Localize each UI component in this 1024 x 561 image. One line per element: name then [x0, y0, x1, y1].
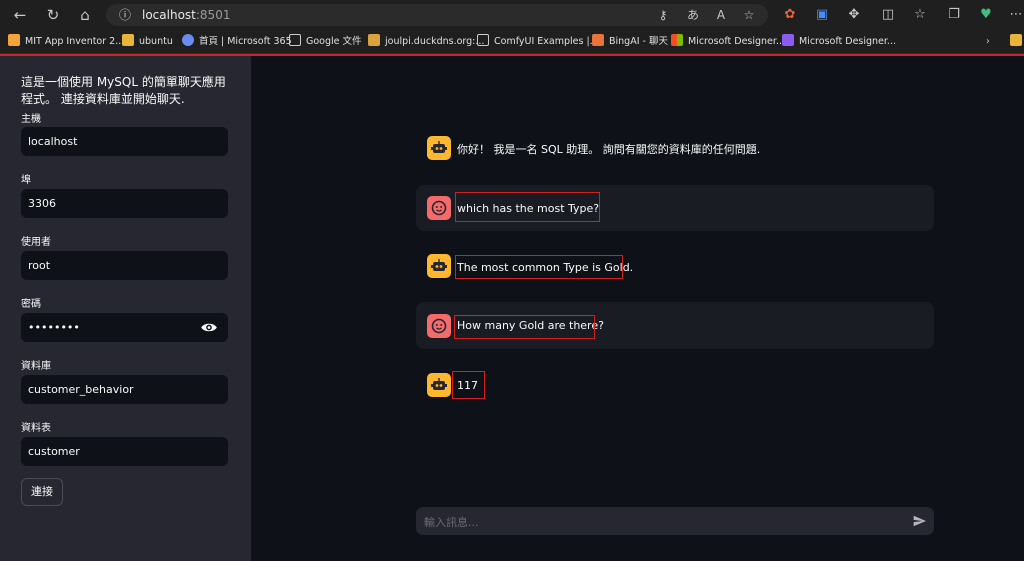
host-label: 主機	[21, 114, 41, 125]
database-label: 資料庫	[21, 361, 51, 372]
database-input[interactable]: customer_behavior	[21, 375, 228, 404]
bookmark-bingai[interactable]: BingAI - 聊天	[592, 33, 668, 51]
collections-icon[interactable]: ❐	[944, 5, 964, 25]
table-input[interactable]: customer	[21, 437, 228, 466]
bookmarks-bar: MIT App Inventor 2... ubuntu 首頁 | Micros…	[0, 30, 1024, 54]
send-icon[interactable]	[912, 514, 927, 528]
page-icon	[289, 34, 301, 46]
user-input[interactable]: root	[21, 251, 228, 280]
message-text: 你好！ 我是一名 SQL 助理。 詢問有關您的資料庫的任何問題.	[457, 143, 761, 156]
extension-icon[interactable]: ✿	[780, 5, 800, 25]
microsoft-365-icon	[182, 34, 194, 46]
more-icon[interactable]: ⋯	[1006, 5, 1024, 25]
favorites-icon[interactable]: ☆	[910, 5, 930, 25]
url-text: localhost:8501	[142, 8, 231, 22]
translator-extension-icon[interactable]: ▣	[812, 5, 832, 25]
folder-icon	[122, 34, 134, 46]
password-input[interactable]: ••••••••	[21, 313, 228, 342]
app-inventor-icon	[8, 34, 20, 46]
other-favorites-folder-icon[interactable]	[1010, 33, 1024, 51]
bot-avatar-icon	[427, 136, 451, 160]
highlight-box	[452, 371, 485, 399]
split-screen-icon[interactable]: ◫	[878, 5, 898, 25]
highlight-box	[455, 255, 623, 279]
key-icon[interactable]: ⚷	[654, 6, 672, 24]
chat-input-placeholder: 輸入訊息...	[424, 516, 479, 529]
password-label: 密碼	[21, 299, 41, 310]
table-label: 資料表	[21, 423, 51, 434]
bot-avatar-icon	[427, 373, 451, 397]
favorite-star-icon[interactable]: ☆	[740, 6, 758, 24]
port-input[interactable]: 3306	[21, 189, 228, 218]
back-icon[interactable]: ←	[9, 4, 31, 26]
bookmark-duckdns[interactable]: joulpi.duckdns.org:...	[368, 33, 484, 51]
chat-input[interactable]: 輸入訊息...	[416, 507, 934, 535]
password-value: ••••••••	[28, 321, 80, 334]
read-aloud-icon[interactable]: A	[712, 6, 730, 24]
user-avatar-icon	[427, 196, 451, 220]
browser-toolbar: ← ↻ ⌂ ⓘ localhost:8501 ⚷ あ A ☆ ✿ ▣ ✥ ◫ ☆…	[0, 0, 1024, 30]
duckdns-icon	[368, 34, 380, 46]
site-info-icon[interactable]: ⓘ	[116, 6, 134, 24]
chat-message-assistant: 117	[416, 365, 934, 405]
bookmark-microsoft-365[interactable]: 首頁 | Microsoft 365	[182, 33, 292, 51]
reload-icon[interactable]: ↻	[42, 4, 64, 26]
microsoft-logo-icon	[671, 34, 683, 46]
bookmark-app-inventor[interactable]: MIT App Inventor 2...	[8, 33, 124, 51]
bot-avatar-icon	[427, 254, 451, 278]
user-avatar-icon	[427, 314, 451, 338]
bookmarks-overflow-chevron-icon[interactable]: ›	[986, 33, 990, 51]
bookmark-google-docs[interactable]: Google 文件	[289, 33, 362, 51]
chat-message-assistant: The most common Type is Gold.	[416, 246, 934, 286]
bookmark-comfyui[interactable]: ComfyUI Examples |...	[477, 33, 599, 51]
bookmark-ms-designer-1[interactable]: Microsoft Designer...	[671, 33, 785, 51]
designer-icon	[782, 34, 794, 46]
highlight-box	[454, 315, 595, 339]
health-icon[interactable]: ♥	[976, 5, 996, 25]
address-bar[interactable]: ⓘ localhost:8501 ⚷ あ A ☆	[106, 4, 768, 26]
highlight-box	[455, 192, 600, 222]
bing-icon	[592, 34, 604, 46]
page-icon	[477, 34, 489, 46]
bookmark-ubuntu[interactable]: ubuntu	[122, 33, 173, 51]
chat-message-assistant: 你好！ 我是一名 SQL 助理。 詢問有關您的資料庫的任何問題.	[416, 128, 934, 168]
extensions-puzzle-icon[interactable]: ✥	[844, 5, 864, 25]
port-label: 埠	[21, 175, 31, 186]
connect-button[interactable]: 連接	[21, 478, 63, 506]
bookmark-ms-designer-2[interactable]: Microsoft Designer...	[782, 33, 896, 51]
home-icon[interactable]: ⌂	[74, 4, 96, 26]
show-password-eye-icon[interactable]	[200, 319, 218, 336]
chat-message-user: How many Gold are there?	[416, 302, 934, 349]
sidebar-intro: 這是一個使用 MySQL 的簡單聊天應用程式。 連接資料庫並開始聊天.	[21, 75, 226, 106]
chat-message-user: which has the most Type?	[416, 185, 934, 231]
user-label: 使用者	[21, 237, 51, 248]
translate-icon[interactable]: あ	[684, 6, 702, 24]
host-input[interactable]: localhost	[21, 127, 228, 156]
